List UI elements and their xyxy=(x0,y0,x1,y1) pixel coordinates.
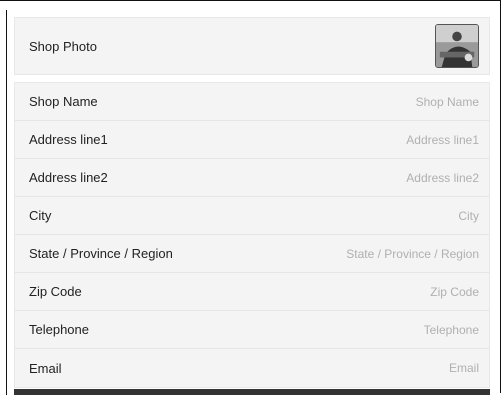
shop-details-form: Shop Name Address line1 Address line2 Ci… xyxy=(14,82,490,388)
email-row: Email xyxy=(15,349,489,387)
address-line1-row: Address line1 xyxy=(15,121,489,159)
address-line2-input[interactable] xyxy=(257,169,481,186)
shop-photo-label: Shop Photo xyxy=(29,38,97,54)
bottom-edge xyxy=(14,389,490,395)
shop-photo-row[interactable]: Shop Photo xyxy=(14,17,490,75)
divider xyxy=(6,10,7,395)
field-label: Telephone xyxy=(29,322,89,337)
field-label: Shop Name xyxy=(29,94,98,109)
photo-icon xyxy=(436,25,478,67)
email-input[interactable] xyxy=(257,360,481,376)
field-label: Address line1 xyxy=(29,132,108,147)
telephone-input[interactable] xyxy=(257,321,481,338)
state-input[interactable] xyxy=(257,245,481,262)
zip-code-input[interactable] xyxy=(257,283,481,300)
address-line1-input[interactable] xyxy=(257,131,481,148)
field-label: Zip Code xyxy=(29,284,82,299)
field-label: City xyxy=(29,208,52,223)
city-row: City xyxy=(15,197,489,235)
shop-photo-thumbnail[interactable] xyxy=(435,24,479,68)
field-label: State / Province / Region xyxy=(29,246,173,261)
state-row: State / Province / Region xyxy=(15,235,489,273)
zip-code-row: Zip Code xyxy=(15,273,489,311)
field-label: Email xyxy=(29,360,62,376)
address-line2-row: Address line2 xyxy=(15,159,489,197)
shop-name-input[interactable] xyxy=(257,93,481,110)
shop-name-row: Shop Name xyxy=(15,83,489,121)
telephone-row: Telephone xyxy=(15,311,489,349)
city-input[interactable] xyxy=(257,207,481,224)
field-label: Address line2 xyxy=(29,170,108,185)
